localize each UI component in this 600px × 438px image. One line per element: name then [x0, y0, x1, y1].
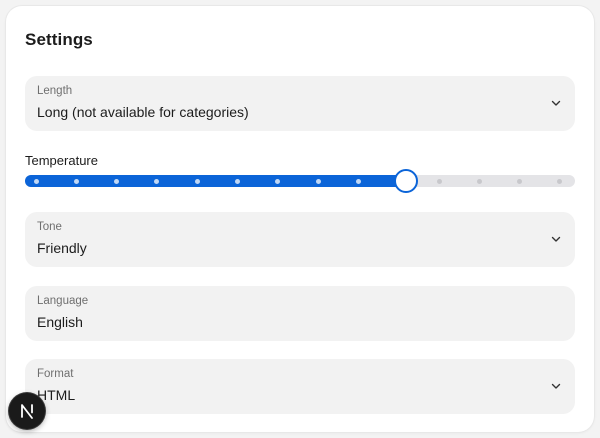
slider-step-dot	[355, 179, 361, 184]
length-select[interactable]: Length Long (not available for categorie…	[25, 76, 575, 131]
language-label: Language	[37, 295, 89, 307]
slider-step-dot	[315, 179, 321, 184]
slider-step-dot	[476, 179, 482, 184]
slider-step-dot	[194, 179, 200, 184]
page-title: Settings	[25, 30, 93, 49]
temperature-label: Temperature	[25, 153, 98, 168]
length-value: Long (not available for categories)	[37, 104, 249, 120]
format-select[interactable]: Format HTML	[25, 359, 575, 414]
tone-label: Tone	[37, 221, 62, 233]
tone-select[interactable]: Tone Friendly	[25, 212, 575, 267]
slider-step-dot	[235, 179, 240, 184]
chevron-down-icon	[551, 383, 561, 389]
language-field[interactable]: Language English	[25, 286, 575, 341]
slider-step-dot	[436, 179, 442, 184]
slider-fill	[25, 175, 411, 187]
language-value: English	[37, 314, 83, 330]
slider-step-dot	[73, 179, 79, 184]
settings-panel: Settings Length Long (not available for …	[6, 6, 594, 432]
slider-thumb[interactable]	[393, 169, 418, 193]
chevron-down-icon	[551, 236, 561, 242]
chevron-down-icon	[551, 100, 561, 106]
n-logo-icon	[21, 404, 33, 419]
length-label: Length	[37, 85, 73, 97]
temperature-slider[interactable]	[25, 169, 575, 193]
format-label: Format	[37, 368, 74, 380]
floating-logo-button[interactable]	[9, 393, 45, 429]
tone-value: Friendly	[37, 240, 87, 256]
slider-step-dot	[33, 179, 39, 184]
